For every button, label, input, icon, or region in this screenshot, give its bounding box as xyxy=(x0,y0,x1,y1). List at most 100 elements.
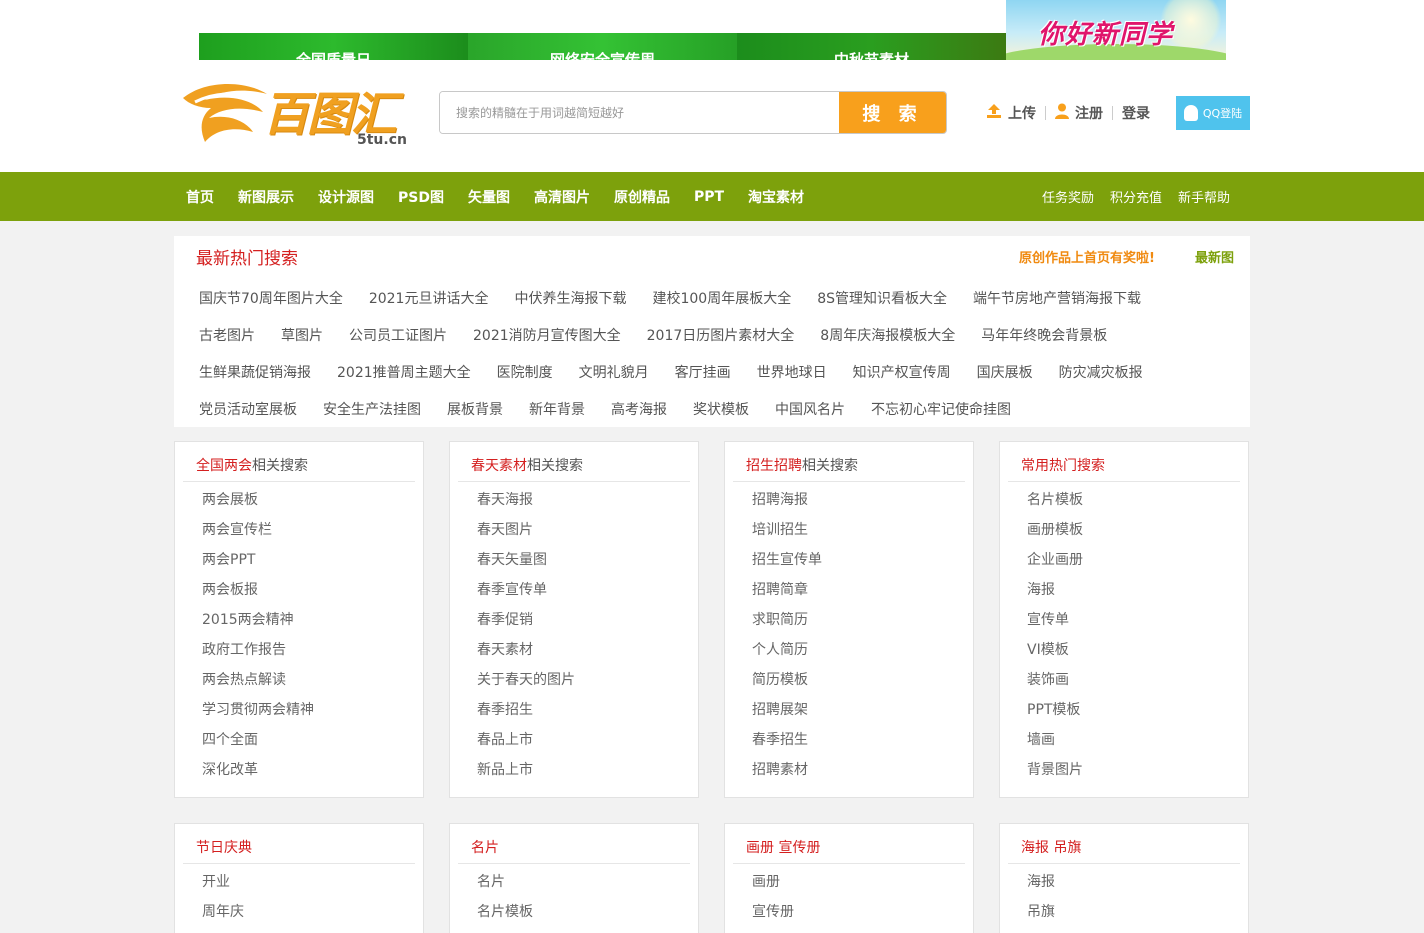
category-link[interactable]: 海报 xyxy=(1027,580,1248,610)
hot-search-tag[interactable]: 客厅挂画 xyxy=(675,362,731,399)
hot-search-tag[interactable]: 新年背景 xyxy=(529,399,585,436)
hot-search-tag[interactable]: 端午节房地产营销海报下载 xyxy=(973,288,1141,325)
category-keyword[interactable]: 春天素材 xyxy=(471,458,527,474)
category-keyword[interactable]: 招生招聘 xyxy=(746,458,802,474)
category-link[interactable]: 四个全面 xyxy=(202,730,423,760)
hot-search-tag[interactable]: 2021元旦讲话大全 xyxy=(369,288,489,325)
category-link[interactable]: 海报 xyxy=(1027,872,1248,902)
hot-search-tag[interactable]: 公司员工证图片 xyxy=(349,325,447,362)
login-link[interactable]: 登录 xyxy=(1122,103,1150,123)
category-link[interactable]: 两会热点解读 xyxy=(202,670,423,700)
category-link[interactable]: 名片模板 xyxy=(1027,490,1248,520)
category-link[interactable]: 招生宣传单 xyxy=(752,550,973,580)
hot-search-tag[interactable]: 马年年终晚会背景板 xyxy=(981,325,1107,362)
top-banner-3[interactable]: 中秋节素材 xyxy=(737,33,1006,60)
nav-item-design[interactable]: 设计源图 xyxy=(318,187,374,207)
category-link[interactable]: 吊旗 xyxy=(1027,902,1248,932)
nav-item-recharge[interactable]: 积分充值 xyxy=(1110,187,1162,206)
category-link[interactable]: 招聘海报 xyxy=(752,490,973,520)
category-link[interactable]: 开业 xyxy=(202,872,423,902)
category-link[interactable]: 名片模板 xyxy=(477,902,698,932)
hot-search-tag[interactable]: 世界地球日 xyxy=(757,362,827,399)
hot-search-tag[interactable]: 文明礼貌月 xyxy=(579,362,649,399)
nav-item-tasks[interactable]: 任务奖励 xyxy=(1042,187,1094,206)
category-link[interactable]: VI模板 xyxy=(1027,640,1248,670)
hot-search-tag[interactable]: 2021消防月宣传图大全 xyxy=(473,325,621,362)
category-link[interactable]: 两会板报 xyxy=(202,580,423,610)
category-link[interactable]: 深化改革 xyxy=(202,760,423,790)
category-link[interactable]: 春品上市 xyxy=(477,730,698,760)
nav-item-taobao[interactable]: 淘宝素材 xyxy=(748,187,804,207)
category-link[interactable]: 宣传单 xyxy=(1027,610,1248,640)
hot-search-tag[interactable]: 2021推普周主题大全 xyxy=(337,362,471,399)
hot-search-tag[interactable]: 高考海报 xyxy=(611,399,667,436)
category-link[interactable]: 2015两会精神 xyxy=(202,610,423,640)
category-keyword[interactable]: 名片 xyxy=(471,840,499,856)
hot-search-latest-link[interactable]: 最新图 xyxy=(1195,247,1234,266)
category-link[interactable]: PPT模板 xyxy=(1027,700,1248,730)
category-link[interactable]: 政府工作报告 xyxy=(202,640,423,670)
category-link[interactable]: 装饰画 xyxy=(1027,670,1248,700)
category-link[interactable]: 简历模板 xyxy=(752,670,973,700)
category-link[interactable]: 画册模板 xyxy=(1027,520,1248,550)
hot-search-tag[interactable]: 建校100周年展板大全 xyxy=(652,288,791,325)
category-link[interactable]: 春天素材 xyxy=(477,640,698,670)
category-link[interactable]: 画册 xyxy=(752,872,973,902)
category-link[interactable]: 关于春天的图片 xyxy=(477,670,698,700)
hot-search-tag[interactable]: 古老图片 xyxy=(199,325,255,362)
category-link[interactable]: 两会PPT xyxy=(202,550,423,580)
nav-item-hd[interactable]: 高清图片 xyxy=(534,187,590,207)
hot-search-tag[interactable]: 奖状模板 xyxy=(693,399,749,436)
category-link[interactable]: 企业画册 xyxy=(1027,550,1248,580)
hot-search-tag[interactable]: 国庆展板 xyxy=(977,362,1033,399)
category-link[interactable]: 春季促销 xyxy=(477,610,698,640)
category-link[interactable]: 春天海报 xyxy=(477,490,698,520)
nav-item-vector[interactable]: 矢量图 xyxy=(468,187,510,207)
nav-item-ppt[interactable]: PPT xyxy=(694,189,724,205)
category-link[interactable]: 招聘简章 xyxy=(752,580,973,610)
nav-item-original[interactable]: 原创精品 xyxy=(614,187,670,207)
hot-search-tag[interactable]: 展板背景 xyxy=(447,399,503,436)
category-link[interactable]: 学习贯彻两会精神 xyxy=(202,700,423,730)
hot-search-tag[interactable]: 8S管理知识看板大全 xyxy=(817,288,947,325)
category-link[interactable]: 春季招生 xyxy=(752,730,973,760)
nav-item-help[interactable]: 新手帮助 xyxy=(1178,187,1230,206)
upload-link[interactable]: 上传 xyxy=(986,103,1036,123)
category-link[interactable]: 新品上市 xyxy=(477,760,698,790)
top-banner-2[interactable]: 网络安全宣传周 xyxy=(468,33,737,60)
site-logo[interactable]: 百图汇 5tu.cn xyxy=(175,76,420,150)
hot-search-tag[interactable]: 安全生产法挂图 xyxy=(323,399,421,436)
hot-search-tag[interactable]: 2017日历图片素材大全 xyxy=(647,325,795,362)
hot-search-promo-link[interactable]: 原创作品上首页有奖啦! xyxy=(1019,247,1155,266)
hot-search-tag[interactable]: 医院制度 xyxy=(497,362,553,399)
search-button[interactable]: 搜 索 xyxy=(839,92,946,133)
category-link[interactable]: 培训招生 xyxy=(752,520,973,550)
category-link[interactable]: 春季宣传单 xyxy=(477,580,698,610)
hot-search-tag[interactable]: 知识产权宣传周 xyxy=(853,362,951,399)
category-keyword[interactable]: 海报 吊旗 xyxy=(1021,840,1081,856)
hot-search-tag[interactable]: 中国风名片 xyxy=(775,399,845,436)
promo-banner[interactable]: 你好新同学 xyxy=(1006,0,1226,60)
category-link[interactable]: 个人简历 xyxy=(752,640,973,670)
hot-search-tag[interactable]: 8周年庆海报模板大全 xyxy=(820,325,955,362)
top-banner-1[interactable]: 全国质量日 xyxy=(199,33,468,60)
category-link[interactable]: 春季招生 xyxy=(477,700,698,730)
category-link[interactable]: 名片 xyxy=(477,872,698,902)
nav-item-home[interactable]: 首页 xyxy=(186,187,214,207)
category-link[interactable]: 周年庆 xyxy=(202,902,423,932)
category-link[interactable]: 招聘展架 xyxy=(752,700,973,730)
category-link[interactable]: 墙画 xyxy=(1027,730,1248,760)
hot-search-tag[interactable]: 不忘初心牢记使命挂图 xyxy=(871,399,1011,436)
hot-search-tag[interactable]: 生鲜果蔬促销海报 xyxy=(199,362,311,399)
nav-item-psd[interactable]: PSD图 xyxy=(398,187,444,207)
hot-search-tag[interactable]: 国庆节70周年图片大全 xyxy=(199,288,343,325)
search-input[interactable] xyxy=(440,92,840,133)
register-link[interactable]: 注册 xyxy=(1055,103,1103,123)
hot-search-tag[interactable]: 草图片 xyxy=(281,325,323,362)
qq-login-button[interactable]: QQ登陆 xyxy=(1176,96,1250,130)
category-keyword[interactable]: 节日庆典 xyxy=(196,840,252,856)
category-link[interactable]: 求职简历 xyxy=(752,610,973,640)
category-link[interactable]: 春天图片 xyxy=(477,520,698,550)
hot-search-tag[interactable]: 中伏养生海报下载 xyxy=(514,288,626,325)
hot-search-tag[interactable]: 党员活动室展板 xyxy=(199,399,297,436)
